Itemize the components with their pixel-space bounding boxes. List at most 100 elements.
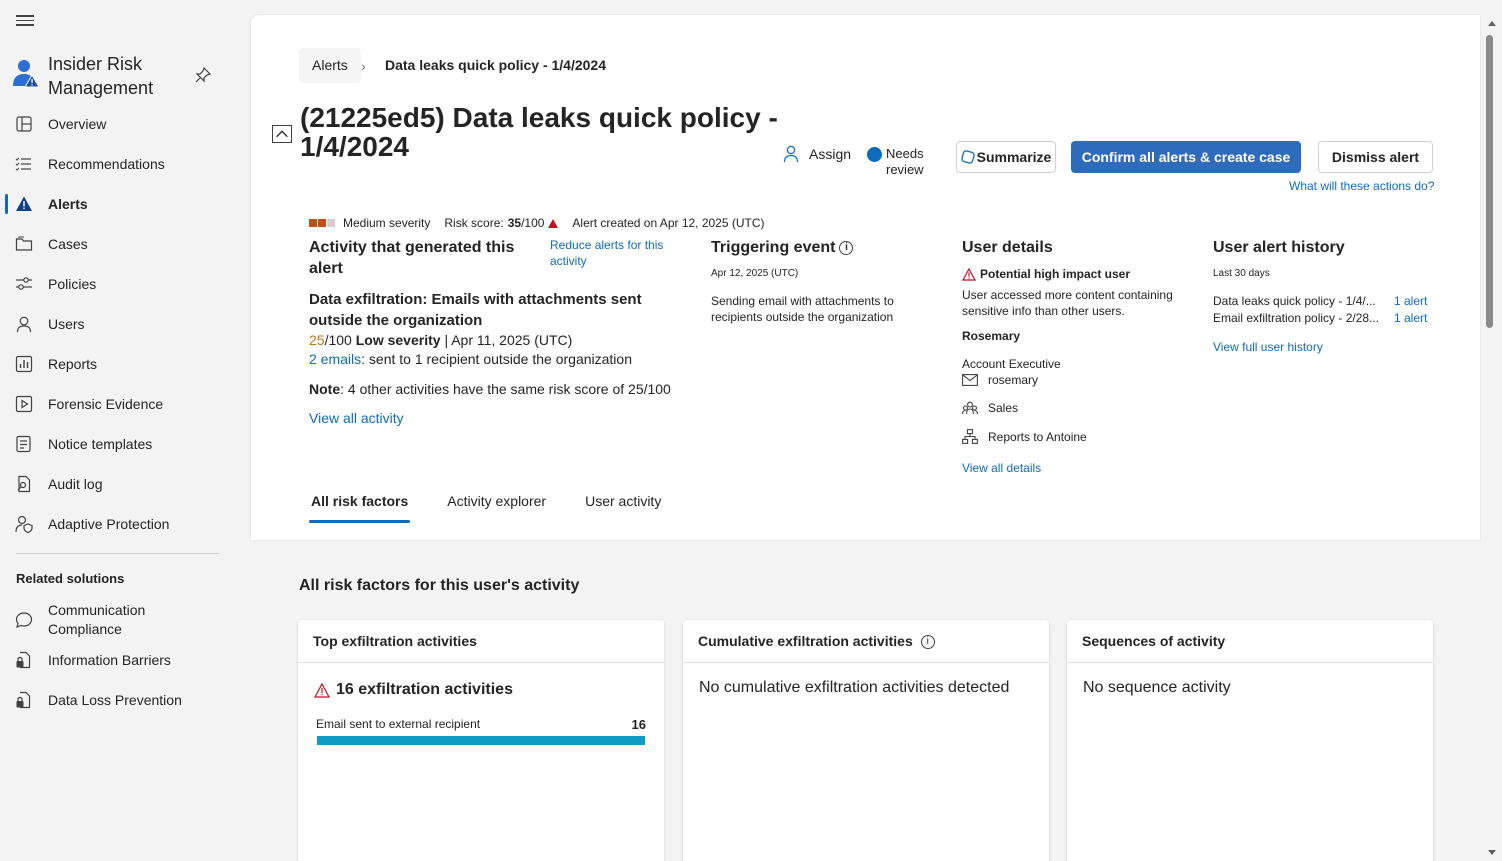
related-solutions-heading: Related solutions — [16, 571, 125, 586]
chat-icon — [15, 612, 33, 629]
summarize-button[interactable]: Summarize — [956, 141, 1056, 173]
vertical-scrollbar[interactable] — [1482, 15, 1502, 861]
view-all-activity-link[interactable]: View all activity — [309, 410, 404, 426]
view-all-details-link[interactable]: View all details — [962, 461, 1041, 475]
nav-item-reports[interactable]: Reports — [0, 344, 251, 384]
alert-created-date: Alert created on Apr 12, 2025 (UTC) — [572, 216, 765, 230]
assign-button[interactable]: Assign — [783, 145, 851, 163]
history-alert-count-link[interactable]: 1 alert — [1394, 294, 1427, 308]
activity-heading: Activity that generated this alert — [309, 239, 515, 277]
nav-item-data-loss-prevention[interactable]: Data Loss Prevention — [0, 680, 251, 720]
dismiss-alert-button[interactable]: Dismiss alert — [1318, 141, 1433, 173]
nav-item-recommendations[interactable]: Recommendations — [0, 144, 251, 184]
chart-icon — [15, 355, 33, 373]
related-solutions-nav: Communication Compliance Information Bar… — [0, 600, 251, 720]
app-title: Insider Risk Management — [48, 54, 154, 98]
nav-label: Users — [48, 316, 85, 332]
nav-label: Reports — [48, 356, 98, 372]
breadcrumb-current: Data leaks quick policy - 1/4/2024 — [385, 57, 607, 73]
cumulative-exfiltration-card: Cumulative exfiltration activities i No c… — [683, 620, 1049, 861]
info-icon[interactable]: i — [920, 635, 935, 650]
user-manager: Reports to Antoine — [988, 429, 1087, 444]
summarize-label: Summarize — [976, 149, 1052, 165]
page-title: (21225ed5) Data leaks quick policy - 1/4… — [300, 102, 778, 162]
nav-label: Overview — [48, 116, 107, 132]
tab-all-risk-factors[interactable]: All risk factors — [309, 493, 411, 523]
activity-note: Note: 4 other activities have the same r… — [309, 381, 671, 397]
breadcrumb-alerts[interactable]: Alerts — [299, 48, 361, 83]
assign-label: Assign — [809, 146, 852, 162]
nav-item-information-barriers[interactable]: Information Barriers — [0, 640, 251, 680]
nav-item-audit-log[interactable]: Audit log — [0, 464, 251, 504]
nav-item-forensic-evidence[interactable]: Forensic Evidence — [0, 384, 251, 424]
nav-item-communication-compliance[interactable]: Communication Compliance — [0, 600, 251, 640]
emails-description: : sent to 1 recipient outside the organi… — [361, 351, 632, 367]
tab-activity-explorer[interactable]: Activity explorer — [445, 493, 548, 523]
people-group-icon — [962, 401, 978, 415]
status-text-line1: Needs — [886, 146, 924, 161]
user-manager-row: Reports to Antoine — [962, 429, 1087, 444]
user-department: Sales — [988, 401, 1019, 415]
empty-state-text: No cumulative exfiltration activities de… — [699, 679, 1010, 696]
nav-label: Notice templates — [48, 436, 153, 452]
exfiltration-bar-row[interactable]: Email sent to external recipient 16 — [314, 717, 648, 745]
bar-label: Email sent to external recipient — [316, 717, 481, 731]
status-badge[interactable]: Needs review — [867, 146, 924, 178]
high-impact-user-flag: Potential high impact user — [962, 267, 1130, 281]
nav-item-adaptive-protection[interactable]: Adaptive Protection — [0, 504, 251, 544]
nav-item-policies[interactable]: Policies — [0, 264, 251, 304]
nav-item-cases[interactable]: Cases — [0, 224, 251, 264]
history-alert-count-link[interactable]: 1 alert — [1394, 311, 1427, 325]
sequences-card: Sequences of activity No sequence activi… — [1067, 620, 1433, 861]
sliders-icon — [16, 277, 32, 290]
info-icon[interactable]: i — [839, 240, 854, 255]
nav-item-notice-templates[interactable]: Notice templates — [0, 424, 251, 464]
activity-score: 25 — [309, 332, 325, 348]
confirm-alerts-create-case-button[interactable]: Confirm all alerts & create case — [1071, 141, 1301, 173]
nav-item-overview[interactable]: Overview — [0, 104, 251, 144]
user-department-row: Sales — [962, 401, 1018, 415]
risk-score-max: /100 — [521, 216, 545, 230]
activity-emails-line: 2 emails: sent to 1 recipient outside th… — [309, 351, 632, 367]
tab-user-activity[interactable]: User activity — [583, 493, 663, 523]
history-period: Last 30 days — [1213, 268, 1270, 279]
risk-up-arrow-icon — [548, 218, 559, 228]
alert-details-panel: Alerts › Data leaks quick policy - 1/4/2… — [251, 15, 1480, 540]
hamburger-menu-icon[interactable] — [16, 12, 34, 28]
severity-label: Medium severity — [343, 216, 431, 230]
alert-icon — [16, 196, 32, 211]
history-row: Data leaks quick policy - 1/4/... 1 aler… — [1213, 294, 1433, 308]
user-email-row: rosemary — [962, 373, 1038, 387]
history-row: Email exfiltration policy - 2/28... 1 al… — [1213, 311, 1433, 325]
user-alert-history-heading: User alert history — [1213, 239, 1345, 256]
history-alert-name: Data leaks quick policy - 1/4/... — [1213, 294, 1376, 308]
lock-doc-icon — [16, 691, 31, 709]
nav-label: Policies — [48, 276, 97, 292]
card-title: Top exfiltration activities — [298, 620, 664, 663]
nav-item-users[interactable]: Users — [0, 304, 251, 344]
history-alert-name: Email exfiltration policy - 2/28... — [1213, 311, 1380, 325]
empty-state-text: No sequence activity — [1083, 679, 1231, 696]
nav-divider — [16, 553, 219, 554]
overview-icon — [16, 116, 32, 132]
card-title: Cumulative exfiltration activities — [698, 633, 913, 649]
risk-factors-heading: All risk factors for this user's activit… — [299, 577, 580, 594]
exfiltration-count: 16 exfiltration activities — [314, 681, 648, 699]
scroll-up-icon[interactable] — [1488, 21, 1496, 26]
emails-link[interactable]: 2 emails — [309, 351, 361, 367]
nav-item-alerts[interactable]: Alerts — [0, 184, 251, 224]
view-full-user-history-link[interactable]: View full user history — [1213, 340, 1323, 354]
what-actions-link[interactable]: What will these actions do? — [1289, 179, 1434, 193]
scroll-down-icon[interactable] — [1488, 850, 1496, 855]
scroll-thumb[interactable] — [1486, 35, 1493, 328]
warning-icon — [314, 682, 330, 698]
nav-label: Recommendations — [48, 156, 165, 172]
pin-icon[interactable] — [194, 66, 212, 84]
user-role: Account Executive — [962, 357, 1061, 371]
user-name: Rosemary — [962, 329, 1021, 343]
collapse-chevron-up-icon[interactable] — [272, 125, 292, 143]
template-icon — [16, 435, 31, 453]
nav-label: Data Loss Prevention — [48, 691, 182, 708]
severity-bars-icon — [309, 219, 335, 227]
reduce-alerts-link[interactable]: Reduce alerts for this activity — [550, 237, 670, 269]
